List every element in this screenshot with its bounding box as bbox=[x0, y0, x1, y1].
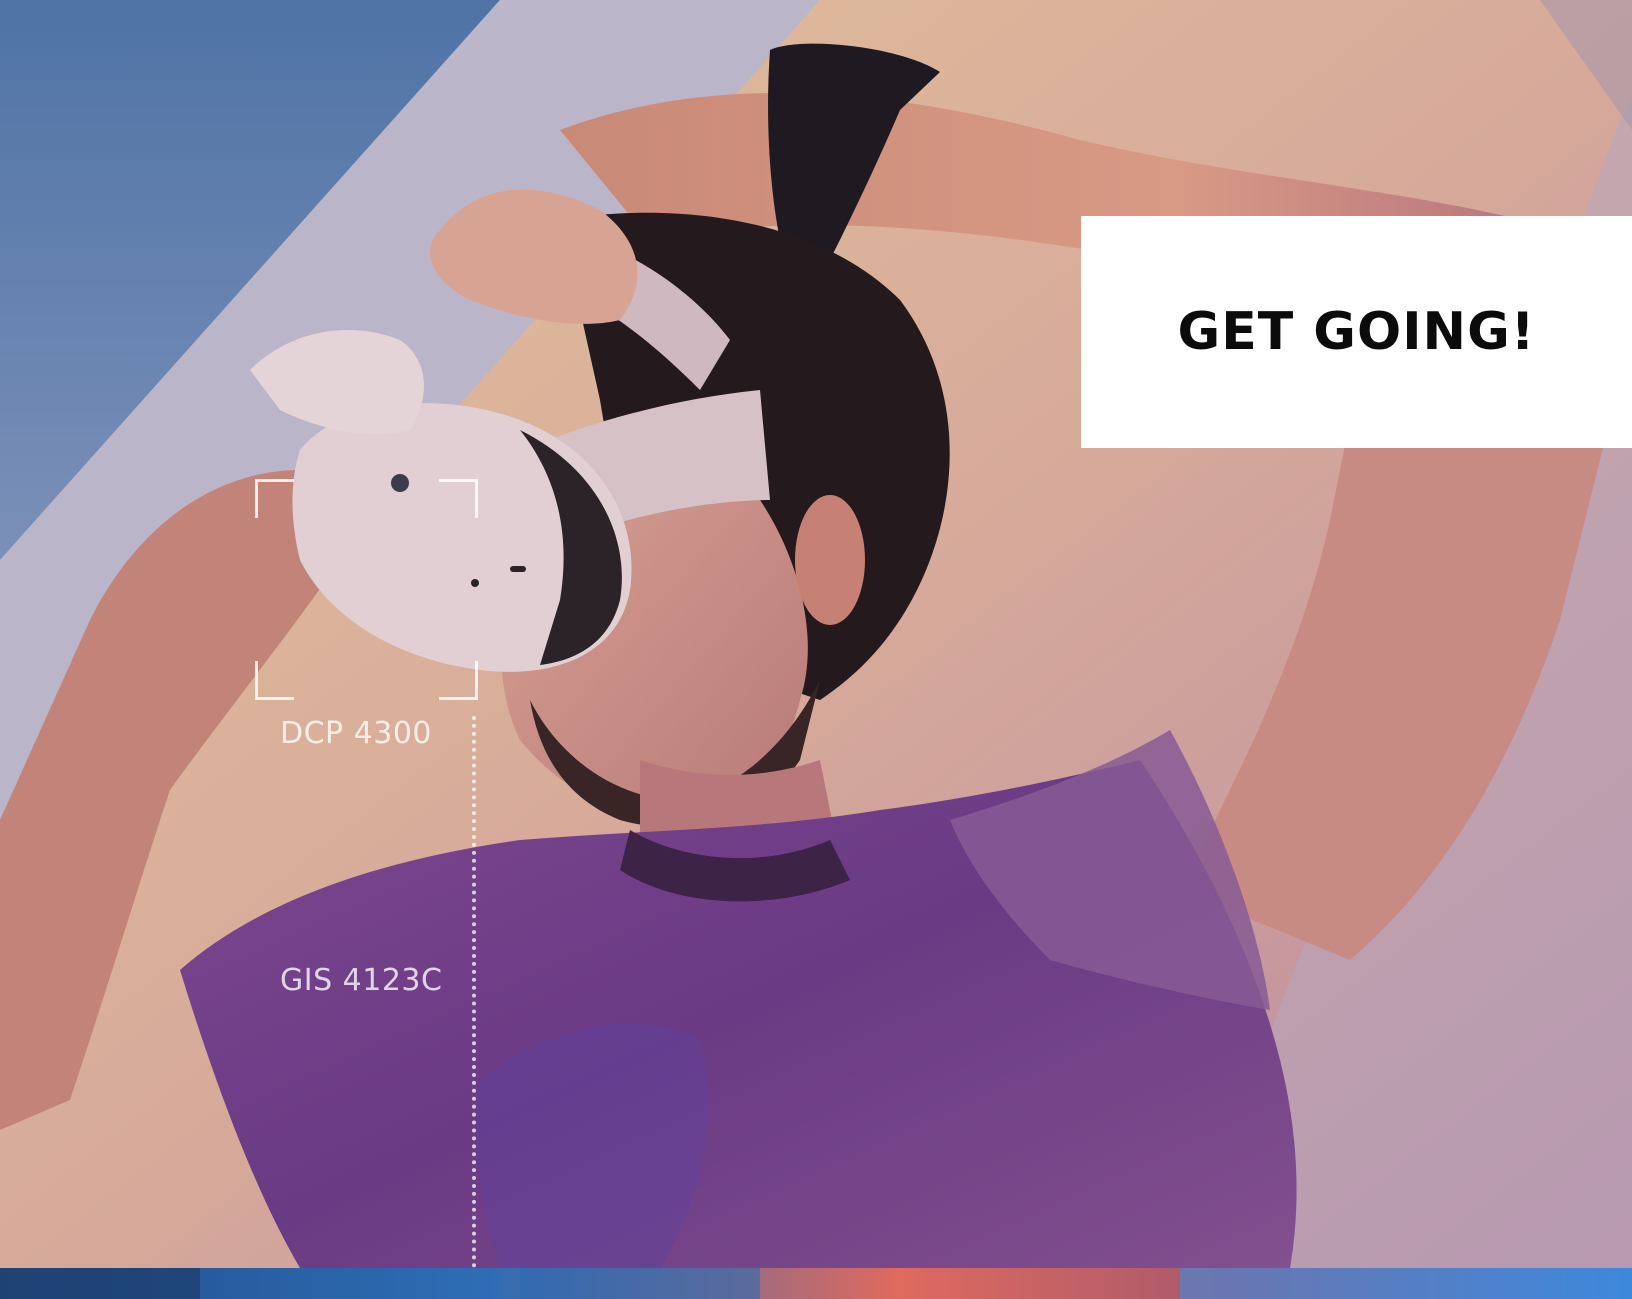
hero-section: DCP 4300 GIS 4123C GET GOING! bbox=[0, 0, 1632, 1268]
focus-bracket-icon bbox=[255, 661, 294, 700]
next-section-image bbox=[0, 1268, 1632, 1299]
focus-bracket-icon bbox=[255, 479, 294, 518]
get-going-button[interactable]: GET GOING! bbox=[1081, 216, 1632, 448]
hero-photo bbox=[0, 0, 1632, 1268]
get-going-label: GET GOING! bbox=[1177, 302, 1536, 362]
focus-bracket-icon bbox=[439, 479, 478, 518]
next-section-image-strip bbox=[0, 1268, 1632, 1299]
focus-bracket-icon bbox=[439, 661, 478, 700]
course-code-label: GIS 4123C bbox=[280, 963, 443, 998]
dotted-timeline-line bbox=[472, 716, 476, 1268]
course-code-label: DCP 4300 bbox=[280, 716, 433, 751]
